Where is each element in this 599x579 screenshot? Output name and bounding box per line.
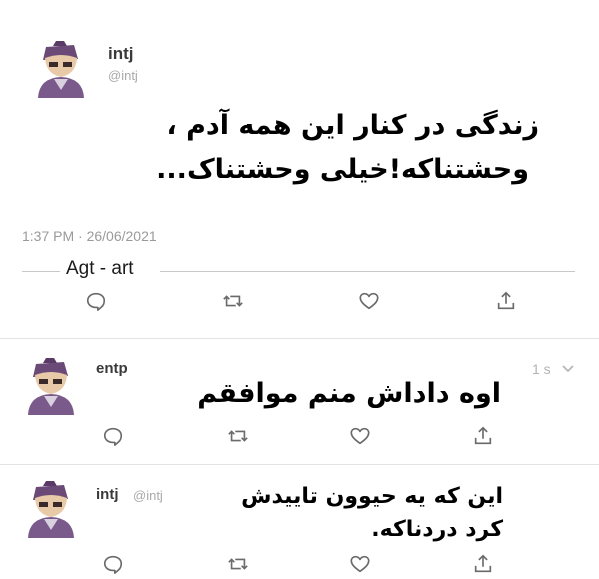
avatar[interactable]: [34, 38, 88, 98]
retweet-icon: [227, 425, 249, 447]
author-name[interactable]: intj: [108, 44, 134, 64]
tweet-timestamp: 1:37 PM · 26/06/2021: [22, 228, 157, 244]
reply-time: 1 s: [532, 361, 551, 377]
author-handle[interactable]: @intj: [108, 68, 138, 83]
reply-button[interactable]: [100, 551, 126, 577]
share-icon: [472, 425, 494, 447]
tweet-actions: [0, 551, 599, 579]
chevron-down-icon: [562, 365, 574, 373]
reply-text-line-2: کرد دردناکه.: [371, 517, 503, 542]
share-button[interactable]: [493, 288, 519, 314]
reply-button[interactable]: [83, 288, 109, 314]
retweet-icon: [227, 553, 249, 575]
reply-button[interactable]: [100, 423, 126, 449]
reply-text: اوه داداش منم موافقم: [197, 378, 501, 409]
tweet-actions: [0, 423, 599, 453]
author-name[interactable]: intj: [96, 486, 119, 503]
tweet-actions: [0, 288, 599, 318]
separator: [0, 338, 599, 339]
author-name[interactable]: entp: [96, 360, 128, 377]
reply-icon: [102, 425, 124, 447]
retweet-icon: [222, 290, 244, 312]
heart-icon: [349, 425, 371, 447]
credit-text: Agt - art: [66, 258, 134, 279]
retweet-button[interactable]: [220, 288, 246, 314]
tweet-text-line-1: زندگی در کنار این همه آدم ،: [166, 110, 539, 141]
tweet-text-line-2: وحشتناکه!خیلی وحشتناک...: [156, 154, 529, 185]
heart-icon: [358, 290, 380, 312]
more-menu-button[interactable]: [560, 361, 576, 377]
retweet-button[interactable]: [225, 423, 251, 449]
like-button[interactable]: [347, 423, 373, 449]
avatar[interactable]: [24, 355, 78, 415]
like-button[interactable]: [356, 288, 382, 314]
share-button[interactable]: [470, 551, 496, 577]
reply-icon: [85, 290, 107, 312]
avatar[interactable]: [24, 478, 78, 538]
reply-text-line-1: این که یه حیوون تاییدش: [241, 484, 503, 509]
retweet-button[interactable]: [225, 551, 251, 577]
reply-icon: [102, 553, 124, 575]
share-button[interactable]: [470, 423, 496, 449]
like-button[interactable]: [347, 551, 373, 577]
divider: [22, 271, 60, 272]
heart-icon: [349, 553, 371, 575]
separator: [0, 464, 599, 465]
share-icon: [472, 553, 494, 575]
share-icon: [495, 290, 517, 312]
divider: [160, 271, 575, 272]
